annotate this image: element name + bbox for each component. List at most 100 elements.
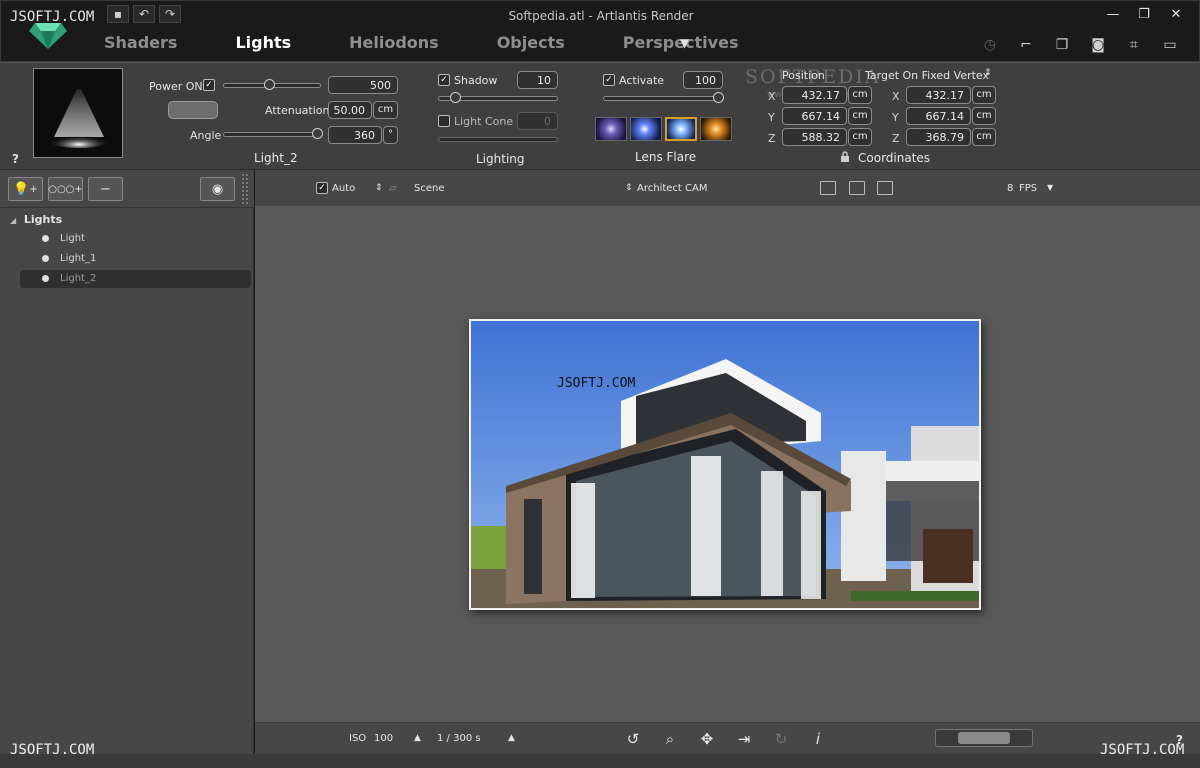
light-color-button[interactable]: [168, 101, 218, 119]
lens-flare-section-label: Lens Flare: [635, 150, 697, 164]
add-light-group-button[interactable]: ○○○+: [48, 177, 83, 201]
minimize-button[interactable]: —: [1098, 4, 1128, 24]
target-y-unit[interactable]: cm: [972, 107, 996, 125]
view-shrink-icon[interactable]: [820, 181, 836, 195]
shadow-field[interactable]: 10: [517, 71, 558, 89]
lens-flare-field[interactable]: 100: [683, 71, 723, 89]
power-checkbox[interactable]: ✓: [203, 79, 215, 91]
pan-icon[interactable]: ✥: [698, 730, 716, 748]
light-name: Light_2: [254, 151, 298, 165]
tab-objects[interactable]: Objects: [497, 33, 565, 52]
light-cone-slider[interactable]: [438, 137, 558, 142]
tab-heliodons[interactable]: Heliodons: [349, 33, 439, 52]
add-light-button[interactable]: 💡 +: [8, 177, 43, 201]
rendered-house-image: [471, 321, 979, 608]
zoom-slider[interactable]: [935, 729, 1033, 747]
shutter-up-icon[interactable]: ▲: [508, 733, 515, 743]
lighting-section-label: Lighting: [476, 152, 525, 166]
fps-dropdown-icon[interactable]: ▼: [1047, 183, 1053, 192]
tree-root[interactable]: ◢ Lights: [10, 213, 62, 226]
visibility-eye-icon[interactable]: ◉: [200, 177, 235, 201]
power-label: Power ON: [149, 80, 203, 93]
camera-icon[interactable]: ◙: [1089, 37, 1107, 53]
render-preview-image[interactable]: JSOFTJ.COM: [469, 319, 981, 610]
main-tabs: Shaders Lights Heliodons Objects Perspec…: [104, 33, 796, 52]
position-y-field[interactable]: 667.14: [782, 107, 847, 125]
remove-light-button[interactable]: −: [88, 177, 123, 201]
zoom-slider-thumb[interactable]: [958, 732, 1010, 744]
walk-icon[interactable]: ⇥: [735, 730, 753, 748]
iso-up-icon[interactable]: ▲: [414, 733, 421, 743]
timer-icon[interactable]: ◷: [981, 37, 999, 53]
position-z-field[interactable]: 588.32: [782, 128, 847, 146]
tab-shaders[interactable]: Shaders: [104, 33, 177, 52]
view-expand-icon[interactable]: [877, 181, 893, 195]
flare-orange-icon[interactable]: [700, 117, 732, 141]
power-field[interactable]: 500: [328, 76, 398, 94]
target-z-label: Z: [892, 132, 900, 145]
power-slider[interactable]: [223, 79, 321, 90]
position-x-label: X: [768, 90, 776, 103]
maximize-button[interactable]: ❐: [1129, 4, 1159, 24]
target-z-unit[interactable]: cm: [972, 128, 996, 146]
tab-lights[interactable]: Lights: [235, 33, 291, 52]
lens-flare-slider[interactable]: [603, 92, 724, 103]
shutter-value[interactable]: 1 / 300 s: [437, 733, 481, 744]
position-y-unit[interactable]: cm: [848, 107, 872, 125]
position-label: Position: [782, 69, 825, 82]
iso-value[interactable]: 100: [374, 733, 393, 744]
shadow-slider[interactable]: [438, 92, 558, 103]
light-dot-icon: [42, 235, 49, 242]
flare-star-icon[interactable]: [595, 117, 627, 141]
attenuation-field[interactable]: 50.00: [328, 101, 372, 119]
activate-checkbox[interactable]: ✓: [603, 74, 615, 86]
target-x-unit[interactable]: cm: [972, 86, 996, 104]
auto-checkbox[interactable]: ✓: [316, 182, 328, 194]
shadow-checkbox[interactable]: ✓: [438, 74, 450, 86]
tree-item-light-2[interactable]: Light_2: [20, 270, 251, 288]
sidebar-grip[interactable]: [242, 174, 248, 204]
target-mode-spinner-icon[interactable]: ⇕: [984, 68, 992, 78]
rotate-icon[interactable]: ↻: [772, 730, 790, 748]
tree-item-light-1[interactable]: Light_1: [20, 250, 251, 268]
axis-icon[interactable]: ⌐: [1017, 37, 1035, 53]
attenuation-label: Attenuation: [265, 104, 330, 117]
tree-item-light[interactable]: Light: [20, 230, 251, 248]
position-z-unit[interactable]: cm: [848, 128, 872, 146]
window-title: Softpedia.atl - Artlantis Render: [508, 9, 694, 23]
target-z-field[interactable]: 368.79: [906, 128, 971, 146]
crop-icon[interactable]: ⌗: [1125, 37, 1143, 53]
tree-expand-icon[interactable]: ◢: [10, 216, 16, 225]
fullscreen-icon[interactable]: ▭: [1161, 37, 1179, 53]
close-button[interactable]: ✕: [1161, 4, 1191, 24]
light-preview: [33, 68, 123, 158]
position-x-field[interactable]: 432.17: [782, 86, 847, 104]
light-cone-field[interactable]: 0: [517, 112, 558, 130]
render-watermark: JSOFTJ.COM: [557, 376, 636, 391]
zoom-icon[interactable]: ⌕: [661, 730, 679, 748]
angle-unit[interactable]: °: [383, 126, 398, 144]
lock-icon[interactable]: [840, 151, 850, 162]
flare-selected-icon[interactable]: [665, 117, 697, 141]
camera-settings-bar: ISO 100 ▲ 1 / 300 s ▲ ↺ ⌕ ✥ ⇥ ↻ i ?: [255, 722, 1200, 754]
angle-field[interactable]: 360: [328, 126, 382, 144]
reset-rotate-icon[interactable]: ↺: [624, 730, 642, 748]
title-bar: ▪ ↶ ↷ Softpedia.atl - Artlantis Render —…: [0, 0, 1200, 62]
camera-label[interactable]: Architect CAM: [637, 183, 707, 194]
target-y-field[interactable]: 667.14: [906, 107, 971, 125]
tree-item-label: Light_1: [60, 253, 97, 264]
flare-blue-icon[interactable]: [630, 117, 662, 141]
scene-spinner-icon[interactable]: ⇕: [375, 183, 383, 193]
info-icon[interactable]: i: [809, 730, 827, 748]
camera-spinner-icon[interactable]: ⇕: [625, 183, 633, 193]
scene-label[interactable]: Scene: [414, 183, 445, 194]
windows-icon[interactable]: ❐: [1053, 37, 1071, 53]
target-x-field[interactable]: 432.17: [906, 86, 971, 104]
angle-slider[interactable]: [223, 128, 323, 139]
attenuation-unit[interactable]: cm: [373, 101, 398, 119]
view-center-icon[interactable]: [849, 181, 865, 195]
light-cone-checkbox[interactable]: [438, 115, 450, 127]
perspectives-dropdown-icon[interactable]: ▼: [680, 36, 689, 50]
help-icon[interactable]: ?: [12, 152, 19, 166]
position-x-unit[interactable]: cm: [848, 86, 872, 104]
